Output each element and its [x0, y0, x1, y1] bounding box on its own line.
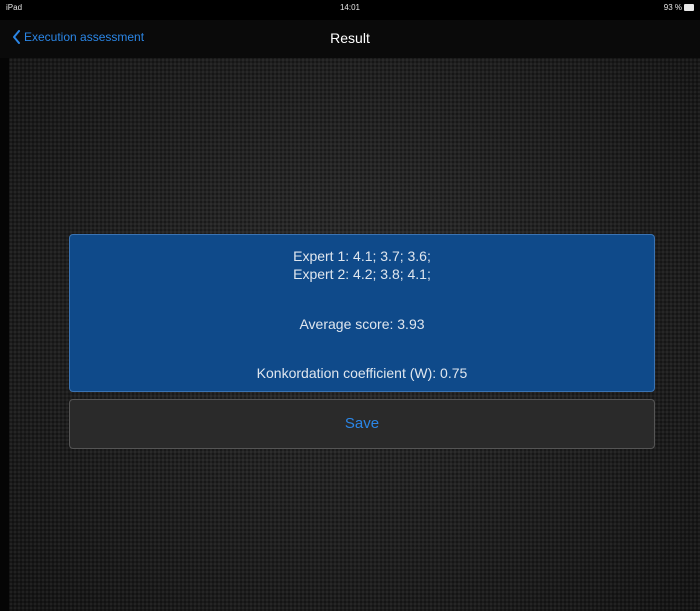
expert-2-scores: Expert 2: 4.2; 3.8; 4.1; [293, 266, 431, 282]
navigation-bar: Execution assessment Result [0, 20, 700, 58]
concordance-coefficient: Konkordation coefficient (W): 0.75 [256, 365, 468, 381]
result-panel: Expert 1: 4.1; 3.7; 3.6; Expert 2: 4.2; … [69, 234, 655, 392]
status-bar: iPad 14:01 93 % [0, 0, 700, 20]
average-score: Average score: 3.93 [299, 316, 425, 332]
battery-icon [684, 4, 694, 11]
page-title: Result [330, 30, 370, 46]
app-screen: iPad 14:01 93 % Execution assessment Res… [0, 0, 700, 611]
left-edge [0, 58, 9, 611]
expert-1-scores: Expert 1: 4.1; 3.7; 3.6; [293, 248, 431, 264]
status-time: 14:01 [339, 3, 361, 12]
battery-percent: 93 % [663, 3, 682, 12]
save-button[interactable]: Save [69, 399, 655, 449]
status-battery: 93 % [664, 3, 694, 12]
